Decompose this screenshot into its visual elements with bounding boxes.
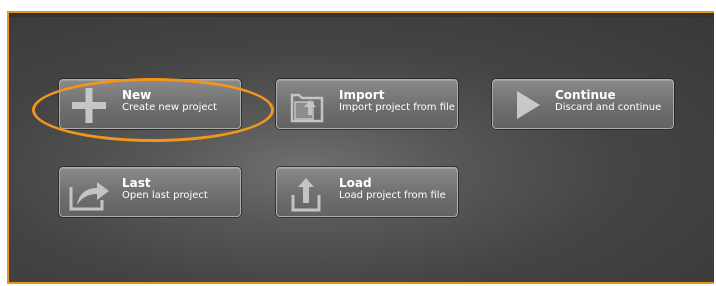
import-project-button[interactable]: Import Import project from file <box>276 79 458 129</box>
last-project-button[interactable]: Last Open last project <box>59 167 241 217</box>
new-button-subtitle: Create new project <box>122 102 217 113</box>
load-button-title: Load <box>339 176 372 190</box>
import-button-title: Import <box>339 88 385 102</box>
upload-tray-icon <box>281 173 331 213</box>
new-project-button[interactable]: New Create new project <box>59 79 241 129</box>
continue-button[interactable]: Continue Discard and continue <box>492 79 674 129</box>
open-last-arrow-icon <box>64 173 114 213</box>
continue-button-title: Continue <box>555 88 616 102</box>
last-button-title: Last <box>122 176 151 190</box>
load-button-subtitle: Load project from file <box>339 190 446 201</box>
start-panel <box>7 11 714 284</box>
import-folder-icon <box>281 85 331 125</box>
last-button-subtitle: Open last project <box>122 190 208 201</box>
play-icon <box>497 85 547 125</box>
load-project-button[interactable]: Load Load project from file <box>276 167 458 217</box>
continue-button-subtitle: Discard and continue <box>555 102 662 113</box>
plus-icon <box>64 85 114 125</box>
new-button-title: New <box>122 88 152 102</box>
import-button-subtitle: Import project from file <box>339 102 455 113</box>
